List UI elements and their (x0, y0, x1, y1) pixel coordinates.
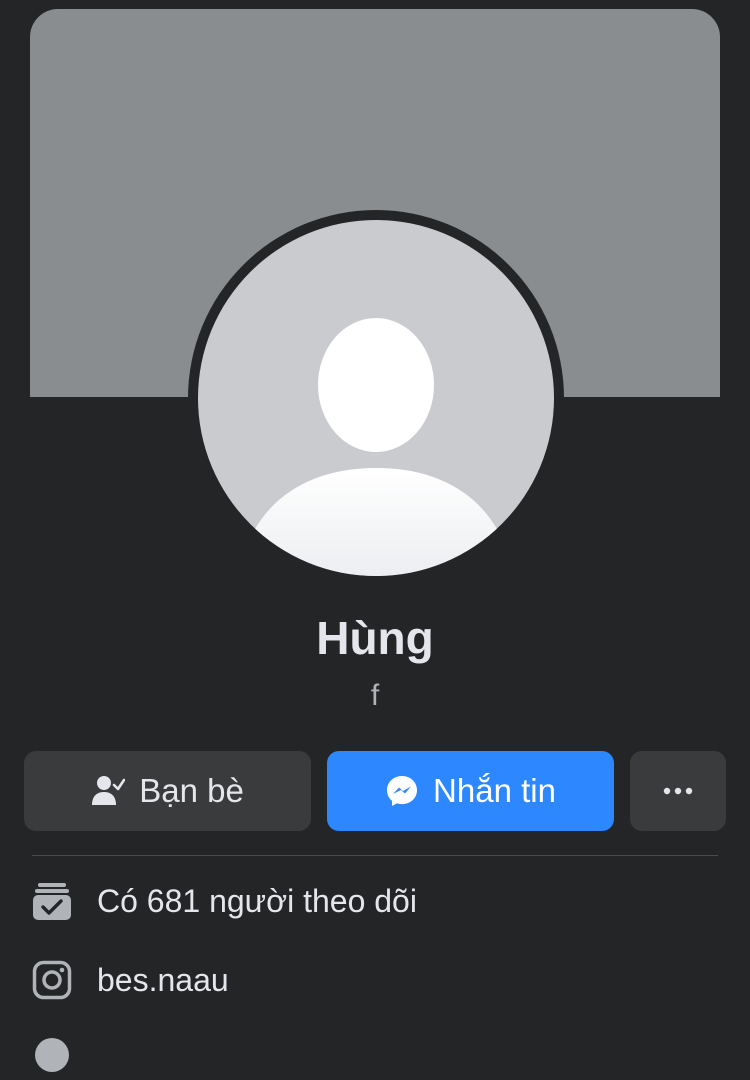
instagram-handle-link[interactable]: bes.naau (97, 962, 229, 999)
more-options-button[interactable] (630, 751, 726, 831)
instagram-row[interactable]: bes.naau (30, 955, 730, 1005)
message-button-label: Nhắn tin (433, 772, 556, 809)
message-button[interactable]: Nhắn tin (327, 751, 614, 831)
person-check-icon (91, 774, 126, 808)
followers-count-text: Có 681 người theo dõi (97, 882, 417, 919)
profile-name: Hùng (316, 612, 434, 664)
instagram-icon (30, 958, 74, 1002)
default-avatar-icon (238, 318, 514, 576)
followers-row[interactable]: Có 681 người theo dõi (30, 876, 730, 926)
messenger-icon (385, 774, 419, 808)
friends-button[interactable]: Bạn bè (24, 751, 311, 831)
followers-badge-icon (30, 879, 74, 923)
info-icon (30, 1033, 74, 1077)
profile-picture-frame (188, 210, 564, 586)
divider (32, 855, 718, 856)
avatar[interactable] (198, 220, 554, 576)
more-dots-icon (663, 787, 693, 795)
friends-button-label: Bạn bè (139, 772, 244, 809)
info-row-partial[interactable] (30, 1030, 730, 1080)
profile-subtitle: f (370, 679, 380, 712)
